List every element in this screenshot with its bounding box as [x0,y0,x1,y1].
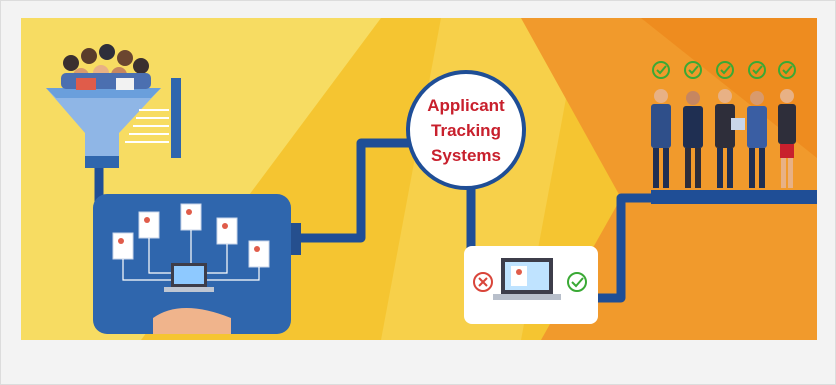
platform [651,190,817,204]
laptop-icon [164,263,214,292]
caption-area [21,340,817,384]
title-line-2: Tracking [431,121,501,140]
ats-infographic-banner: Applicant Tracking Systems [21,18,817,340]
image-card: Applicant Tracking Systems [0,0,836,385]
title-line-1: Applicant [427,96,505,115]
resume-sorting-machine [93,194,301,334]
screening-box [464,246,598,324]
title-line-3: Systems [431,146,501,165]
laptop-icon [493,258,561,300]
ats-title-badge: Applicant Tracking Systems [406,70,526,190]
